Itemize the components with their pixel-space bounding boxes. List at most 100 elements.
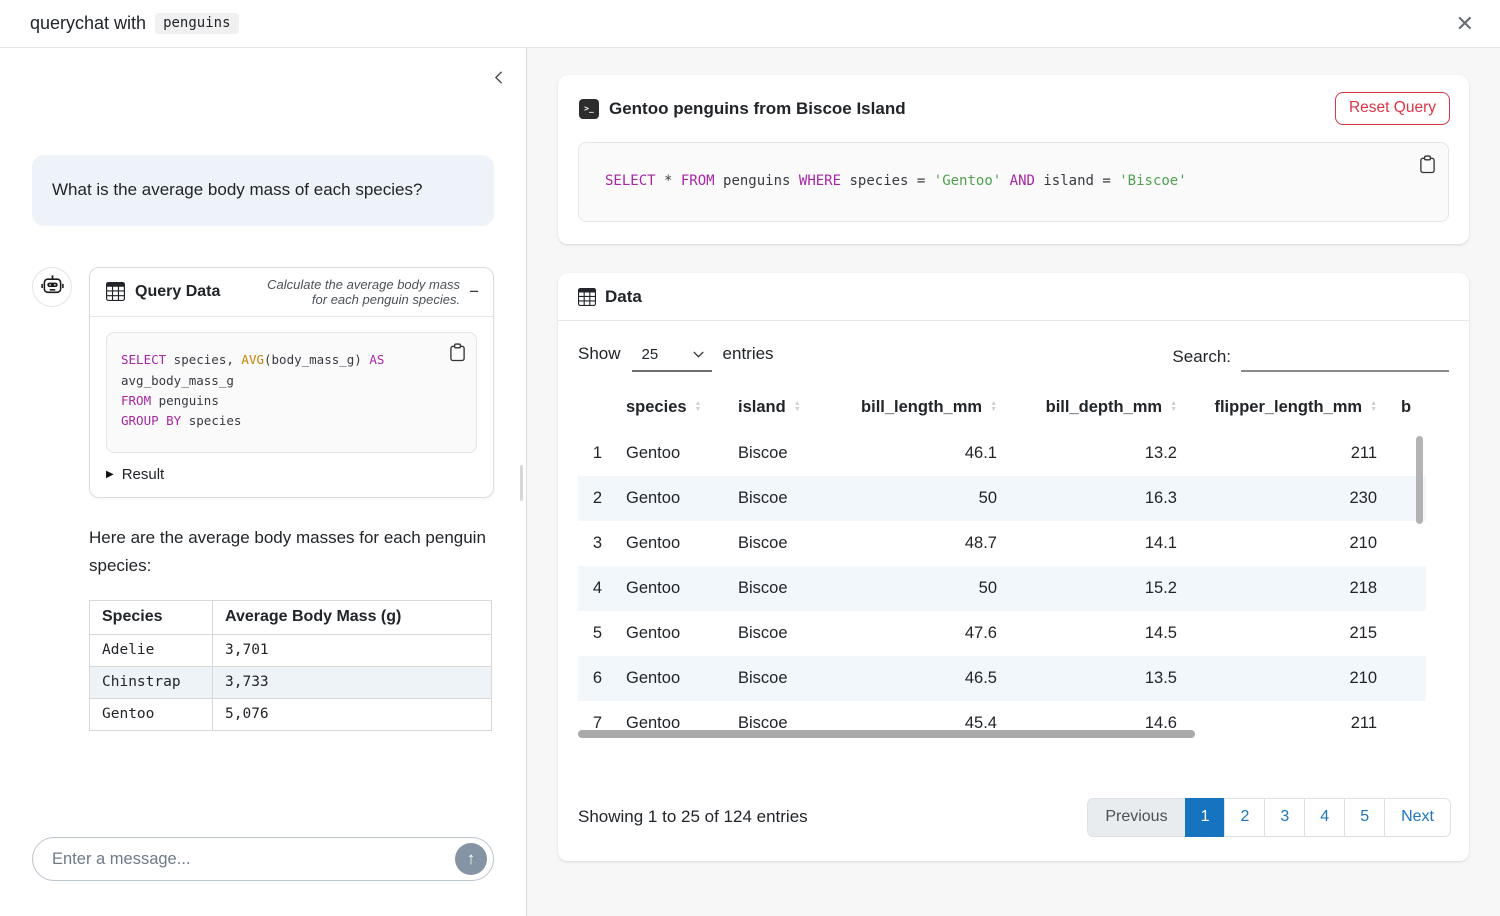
column-header-index: [578, 388, 614, 431]
sql-line: FROM penguins: [121, 391, 462, 411]
chevron-left-icon: [492, 70, 506, 85]
table-cell: 13.5: [1009, 656, 1189, 701]
column-label: island: [738, 398, 786, 417]
message-input[interactable]: [52, 850, 455, 869]
page-button-4[interactable]: 4: [1304, 798, 1345, 837]
horizontal-scrollbar-thumb[interactable]: [578, 730, 1195, 738]
send-arrow-icon: ↑: [467, 849, 476, 869]
answer-intro: Here are the average body masses for eac…: [89, 524, 494, 581]
table-cell: [1389, 521, 1426, 566]
title-bar: querychat with penguins ✕: [0, 0, 1500, 48]
collapse-card-icon[interactable]: −: [469, 283, 479, 300]
sql-line: SELECT * FROM penguins WHERE species = '…: [605, 172, 1422, 192]
clipboard-icon: [1419, 154, 1436, 174]
page-size-select[interactable]: 25: [632, 344, 712, 372]
column-label: bill_length_mm: [861, 398, 982, 417]
table-icon: [578, 288, 596, 306]
table-row[interactable]: 4GentooBiscoe5015.2218: [578, 566, 1426, 611]
table-row[interactable]: 1GentooBiscoe46.113.2211: [578, 431, 1426, 476]
copy-icon[interactable]: [1419, 154, 1436, 181]
table-row[interactable]: 7GentooBiscoe45.414.6211: [578, 701, 1426, 745]
table-cell: 45.4: [824, 701, 1009, 745]
table-cell: Gentoo: [614, 476, 726, 521]
table-cell: [1389, 611, 1426, 656]
sort-icon: ▲▼: [695, 402, 702, 411]
table-cell: Gentoo: [614, 566, 726, 611]
data-table-wrap: species ▲▼ island ▲▼ bill_length_mm ▲▼ bill_de…: [578, 388, 1426, 745]
sort-icon: ▲▼: [794, 402, 801, 411]
table-cell: 211: [1189, 701, 1389, 745]
panel-resize-handle[interactable]: [520, 465, 523, 501]
table-cell: Biscoe: [726, 656, 824, 701]
dataset-chip: penguins: [155, 13, 238, 34]
query-sql-code: SELECT * FROM penguins WHERE species = '…: [605, 172, 1422, 192]
table-cell: Gentoo: [614, 521, 726, 566]
entries-info: Showing 1 to 25 of 124 entries: [578, 807, 808, 827]
close-icon[interactable]: ✕: [1456, 13, 1474, 35]
page-button-3[interactable]: 3: [1264, 798, 1305, 837]
entries-label: entries: [723, 344, 774, 364]
table-row[interactable]: 5GentooBiscoe47.614.5215: [578, 611, 1426, 656]
table-cell: Biscoe: [726, 701, 824, 745]
column-label: b: [1401, 398, 1411, 417]
table-cell: [1389, 566, 1426, 611]
result-cell: 3,701: [213, 634, 492, 666]
reset-query-button[interactable]: Reset Query: [1335, 92, 1450, 125]
column-header-flipper_length_mm[interactable]: flipper_length_mm▲▼: [1189, 388, 1389, 431]
page-button-2[interactable]: 2: [1224, 798, 1265, 837]
result-cell: 3,733: [213, 666, 492, 698]
table-cell: 230: [1189, 476, 1389, 521]
send-button[interactable]: ↑: [455, 843, 487, 875]
sort-icon: ▲▼: [990, 402, 997, 411]
sql-line: avg_body_mass_g: [121, 371, 462, 391]
tool-card-subtitle: Calculate the average body mass for each…: [264, 277, 460, 308]
page-button-next[interactable]: Next: [1384, 798, 1451, 837]
page-button-1[interactable]: 1: [1185, 798, 1226, 837]
chat-input-bar: ↑: [32, 837, 494, 881]
table-row[interactable]: 2GentooBiscoe5016.3230: [578, 476, 1426, 521]
table-cell: 13.2: [1009, 431, 1189, 476]
search-input[interactable]: [1241, 346, 1449, 372]
search-control: Search:: [1172, 346, 1449, 372]
collapse-sidebar-icon[interactable]: [488, 66, 510, 94]
table-cell: Biscoe: [726, 611, 824, 656]
table-cell: 46.5: [824, 656, 1009, 701]
sql-line: GROUP BY species: [121, 411, 462, 431]
table-cell: Biscoe: [726, 431, 824, 476]
table-cell: 47.6: [824, 611, 1009, 656]
page-button-5[interactable]: 5: [1344, 798, 1385, 837]
data-view-panel: >_ Gentoo penguins from Biscoe Island Re…: [527, 48, 1500, 916]
table-controls: Show 25 entries Search:: [558, 321, 1469, 388]
data-card-title: Data: [605, 287, 642, 307]
column-header-bill_length_mm[interactable]: bill_length_mm ▲▼: [824, 388, 1009, 431]
chat-panel: What is the average body mass of each sp…: [0, 48, 527, 916]
column-label: species: [626, 398, 687, 417]
chat-result-table: SpeciesAverage Body Mass (g) Adelie3,701…: [89, 600, 492, 731]
show-label: Show: [578, 344, 621, 364]
result-cell: Adelie: [90, 634, 213, 666]
page-button-previous: Previous: [1087, 798, 1185, 837]
copy-icon[interactable]: [449, 342, 466, 368]
column-header-bill_depth_mm[interactable]: bill_depth_mm▲▼: [1009, 388, 1189, 431]
table-row[interactable]: 3GentooBiscoe48.714.1210: [578, 521, 1426, 566]
data-table-body-viewport: 1GentooBiscoe46.113.22112GentooBiscoe501…: [578, 431, 1426, 745]
column-header-species[interactable]: species ▲▼: [614, 388, 726, 431]
table-cell: Gentoo: [614, 431, 726, 476]
sql-line: SELECT species, AVG(body_mass_g) AS: [121, 350, 462, 370]
sql-code-block: SELECT species, AVG(body_mass_g) ASavg_b…: [106, 332, 477, 453]
result-col-header: Average Body Mass (g): [213, 600, 492, 634]
chevron-down-icon: [693, 351, 704, 358]
table-cell: 15.2: [1009, 566, 1189, 611]
table-cell: 5: [578, 611, 614, 656]
table-cell: [1389, 656, 1426, 701]
table-cell: 1: [578, 431, 614, 476]
app-title: querychat with penguins: [30, 13, 239, 34]
result-expander[interactable]: ▶ Result: [90, 466, 493, 497]
table-cell: Gentoo: [614, 656, 726, 701]
app-title-text: querychat with: [30, 13, 146, 34]
table-row[interactable]: 6GentooBiscoe46.513.5210: [578, 656, 1426, 701]
vertical-scrollbar-thumb[interactable]: [1416, 436, 1423, 524]
table-cell: 210: [1189, 521, 1389, 566]
column-header-island[interactable]: island ▲▼: [726, 388, 824, 431]
clipboard-icon: [449, 342, 466, 362]
